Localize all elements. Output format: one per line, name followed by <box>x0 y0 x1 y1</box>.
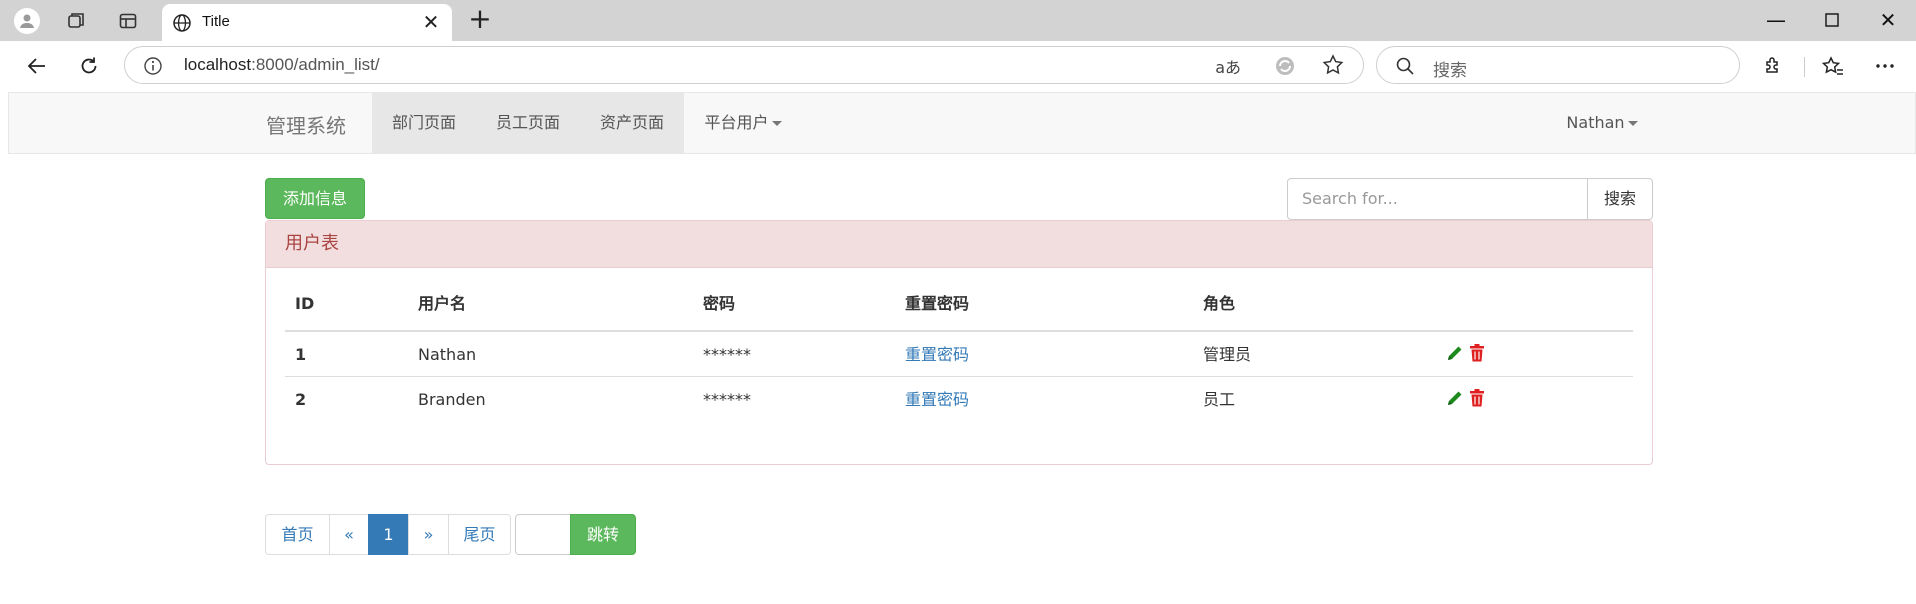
row-role: 管理员 <box>1203 345 1252 364</box>
site-brand[interactable]: 管理系统 <box>266 110 346 139</box>
favorites-icon[interactable] <box>1818 51 1848 81</box>
column-header-reset-password: 重置密码 <box>905 294 970 313</box>
reset-password-link[interactable]: 重置密码 <box>905 332 969 377</box>
reset-password-link[interactable]: 重置密码 <box>905 377 969 422</box>
site-navbar: 管理系统 部门页面 员工页面 资产页面 平台用户 Nathan <box>8 92 1916 154</box>
table-row: 2 Branden ****** 重置密码 员工 <box>285 377 1633 422</box>
user-table-panel: 用户表 ID 用户名 密码 重置密码 角色 1 Nathan ****** 重置… <box>265 220 1653 465</box>
column-header-username: 用户名 <box>418 294 467 313</box>
new-tab-icon[interactable]: + <box>466 5 494 34</box>
tab-title: Title <box>202 13 230 30</box>
nav-item-department[interactable]: 部门页面 <box>372 93 476 153</box>
profile-icon[interactable] <box>13 7 41 35</box>
more-menu-icon[interactable] <box>1870 51 1900 81</box>
delete-trash-icon[interactable] <box>1467 343 1487 363</box>
back-icon[interactable] <box>22 51 52 81</box>
search-group: Search for... 搜索 <box>1287 178 1653 220</box>
search-button[interactable]: 搜索 <box>1587 178 1653 220</box>
nav-item-assets[interactable]: 资产页面 <box>580 93 684 153</box>
table-row: 1 Nathan ****** 重置密码 管理员 <box>285 332 1633 377</box>
row-password: ****** <box>703 390 751 409</box>
site-info-icon[interactable] <box>143 56 163 76</box>
minimize-icon[interactable]: — <box>1756 5 1796 35</box>
browser-tab-strip: Title ✕ + — ✕ <box>0 0 1916 42</box>
nav-item-staff[interactable]: 员工页面 <box>476 93 580 153</box>
browser-tab[interactable]: Title ✕ <box>162 4 452 42</box>
column-header-id: ID <box>295 294 315 313</box>
close-window-icon[interactable]: ✕ <box>1868 5 1908 35</box>
edit-pencil-icon[interactable] <box>1445 388 1465 408</box>
row-id: 1 <box>295 345 307 364</box>
next-page-link[interactable]: » <box>408 514 449 555</box>
browser-search-box[interactable]: 搜索 <box>1376 46 1740 84</box>
collections-icon[interactable] <box>62 7 90 35</box>
maximize-icon[interactable] <box>1812 5 1852 35</box>
caret-down-icon <box>771 121 782 126</box>
current-page-link[interactable]: 1 <box>368 514 409 555</box>
user-menu-dropdown[interactable]: Nathan <box>1557 93 1647 153</box>
read-aloud-icon[interactable]: aあ <box>1215 54 1241 78</box>
user-table: ID 用户名 密码 重置密码 角色 1 Nathan ****** 重置密码 管… <box>285 281 1633 422</box>
browser-toolbar: localhost:8000/admin_list/ aあ 搜索 <box>0 41 1916 91</box>
globe-icon <box>173 14 191 32</box>
close-tab-icon[interactable]: ✕ <box>420 11 442 33</box>
search-icon <box>1396 57 1414 75</box>
browser-search-placeholder: 搜索 <box>1433 61 1467 81</box>
table-header-row: ID 用户名 密码 重置密码 角色 <box>285 281 1633 332</box>
row-role: 员工 <box>1203 390 1236 409</box>
toolbar-separator <box>1804 57 1805 77</box>
row-username: Nathan <box>418 345 477 364</box>
extensions-icon[interactable] <box>1758 51 1788 81</box>
last-page-link[interactable]: 尾页 <box>448 514 511 555</box>
vertical-tabs-icon[interactable] <box>114 7 142 35</box>
jump-button[interactable]: 跳转 <box>570 514 636 555</box>
row-password: ****** <box>703 345 751 364</box>
caret-down-icon <box>1627 121 1638 126</box>
row-username: Branden <box>418 390 486 409</box>
favorite-star-icon[interactable] <box>1321 53 1345 77</box>
search-input[interactable]: Search for... <box>1287 178 1588 220</box>
row-id: 2 <box>295 390 307 409</box>
edit-pencil-icon[interactable] <box>1445 343 1465 363</box>
first-page-link[interactable]: 首页 <box>265 514 330 555</box>
page-number-input[interactable] <box>515 514 571 555</box>
delete-trash-icon[interactable] <box>1467 388 1487 408</box>
panel-title: 用户表 <box>266 221 1652 268</box>
url-text: localhost:8000/admin_list/ <box>184 55 380 74</box>
nav-item-platform-users-dropdown[interactable]: 平台用户 <box>695 93 791 153</box>
column-header-role: 角色 <box>1203 294 1236 313</box>
prev-page-link[interactable]: « <box>329 514 369 555</box>
refresh-icon[interactable] <box>74 51 104 81</box>
refresh-page-extension-icon[interactable] <box>1273 54 1297 78</box>
address-bar[interactable]: localhost:8000/admin_list/ aあ <box>124 46 1364 84</box>
column-header-password: 密码 <box>703 294 736 313</box>
add-info-button[interactable]: 添加信息 <box>265 178 365 219</box>
